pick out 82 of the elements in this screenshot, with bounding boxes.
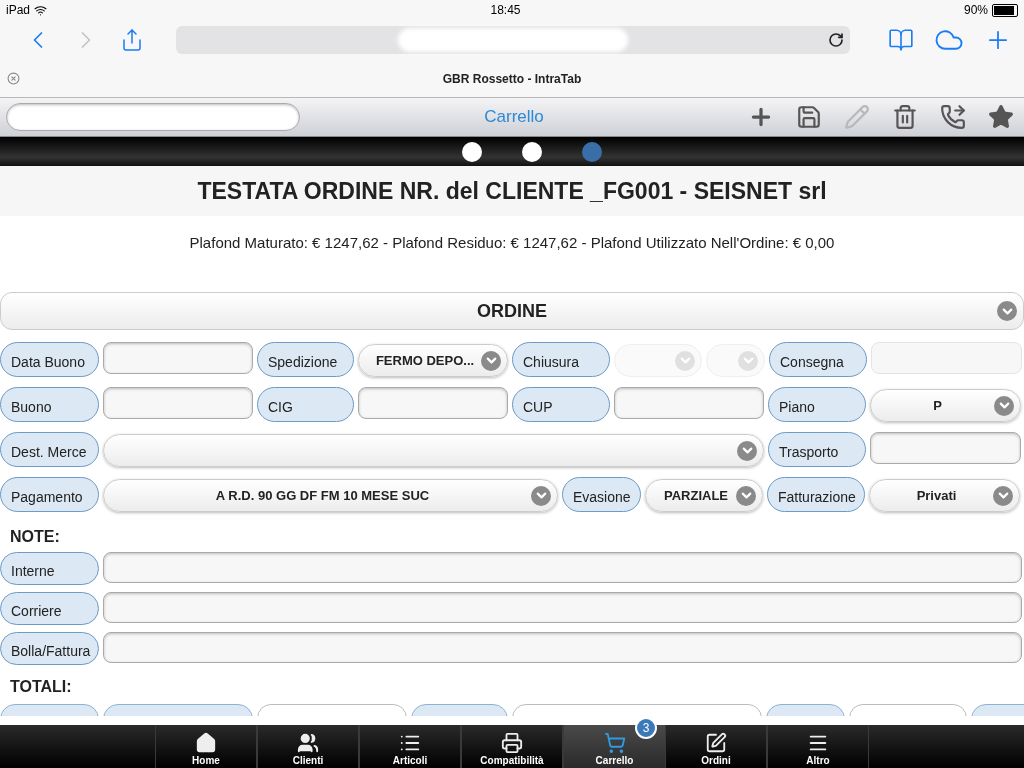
input-field[interactable]: [103, 592, 1022, 623]
chevron-down-icon: [997, 301, 1017, 321]
star-icon: [988, 104, 1014, 130]
input-field[interactable]: [103, 552, 1022, 583]
page-title: Carrello: [483, 107, 545, 127]
close-tab-button[interactable]: [7, 72, 20, 85]
field-label: CUP: [512, 387, 610, 422]
dropdown[interactable]: PARZIALE: [645, 479, 763, 512]
order-heading: TESTATA ORDINE NR. del CLIENTE _FG001 - SEISNET srl: [197, 177, 827, 205]
input-field[interactable]: [870, 432, 1021, 464]
tab-bar-item[interactable]: Clienti: [257, 725, 359, 768]
search-field[interactable]: [6, 103, 300, 131]
input-field[interactable]: [103, 342, 253, 374]
floppy-disk-button[interactable]: [796, 104, 822, 130]
input-field[interactable]: [358, 387, 508, 419]
pen-square-icon: [705, 732, 727, 754]
share-icon: [120, 28, 144, 52]
house-icon: [195, 732, 217, 754]
chevron-down-icon: [531, 485, 551, 506]
battery-percent: 90%: [963, 3, 988, 17]
field-label: Corriere: [0, 592, 99, 625]
dropdown[interactable]: Privati: [869, 479, 1020, 512]
tab-bar-item[interactable]: Articoli: [359, 725, 461, 768]
count-badge: 3: [635, 717, 657, 739]
page-dot[interactable]: [522, 141, 542, 162]
printer-icon: [501, 732, 523, 754]
field-label: CIG: [257, 387, 354, 422]
phone-icon: [940, 104, 966, 130]
tab-bar-item[interactable]: Home: [155, 725, 257, 768]
field-label: Pagamento: [0, 477, 99, 512]
chevron-down-icon: [737, 440, 757, 461]
field-label: Bolla/Fattura: [0, 632, 99, 665]
reload-icon: [828, 32, 844, 48]
tab-bar-item[interactable]: Altro: [767, 725, 869, 768]
input-field[interactable]: [103, 632, 1022, 663]
tab-title: GBR Rossetto - IntraTab: [442, 71, 582, 86]
star-button[interactable]: [988, 104, 1014, 130]
field-label: Fatturazione: [767, 477, 865, 512]
people-icon: [297, 732, 319, 754]
book-icon: [888, 27, 914, 53]
trash-icon: [892, 104, 918, 130]
pencil-icon: [844, 104, 870, 130]
chevron-down-icon: [736, 485, 756, 506]
reload-button[interactable]: [828, 32, 844, 48]
field-label: Dest. Merce: [0, 432, 99, 467]
field-label: Trasporto: [768, 432, 866, 467]
notes-heading: NOTE:: [10, 528, 61, 546]
chevron-down-icon: [738, 350, 758, 371]
page-dot[interactable]: [462, 141, 482, 162]
totals-heading: TOTALI:: [10, 678, 73, 696]
dropdown[interactable]: [103, 434, 764, 467]
cart-icon: [603, 732, 626, 754]
chevron-down-icon: [994, 395, 1014, 416]
close-icon: [7, 72, 20, 85]
wifi-icon: [34, 3, 48, 17]
input-field[interactable]: [614, 387, 764, 419]
field-label: Evasione: [562, 477, 641, 512]
dropdown[interactable]: P: [870, 389, 1021, 422]
chevron-down-icon: [675, 350, 695, 371]
field-label: Spedizione: [257, 342, 354, 377]
field-label: Buono: [0, 387, 99, 422]
bookmarks-button[interactable]: [888, 27, 914, 53]
field-label: Chiusura: [512, 342, 610, 377]
trash-button[interactable]: [892, 104, 918, 130]
dropdown[interactable]: FERMO DEPO...: [358, 344, 508, 377]
field-label: Piano: [768, 387, 866, 422]
field-label: Data Buono: [0, 342, 99, 377]
page-dot[interactable]: [582, 141, 602, 162]
share-button[interactable]: [120, 28, 144, 52]
phone-button[interactable]: [940, 104, 966, 130]
input-field[interactable]: [103, 387, 253, 419]
chevron-down-icon: [993, 485, 1013, 506]
plafond-summary: Plafond Maturato: € 1247,62 - Plafond Residuo: € 1247,62 - Plafond Utilizzato Nell'Ordine: € 0,00: [188, 234, 836, 251]
field-label: Interne: [0, 552, 99, 585]
section-header[interactable]: ORDINE: [0, 292, 1024, 330]
battery-icon: [992, 3, 1018, 17]
clock: 18:45: [490, 3, 521, 17]
dropdown[interactable]: A R.D. 90 GG DF FM 10 MESE SUC: [103, 479, 558, 512]
chevron-down-icon: [481, 350, 501, 371]
field-label: Consegna: [769, 342, 867, 377]
device-name: iPad: [6, 3, 31, 17]
tab-bar-item[interactable]: Ordini: [665, 725, 767, 768]
